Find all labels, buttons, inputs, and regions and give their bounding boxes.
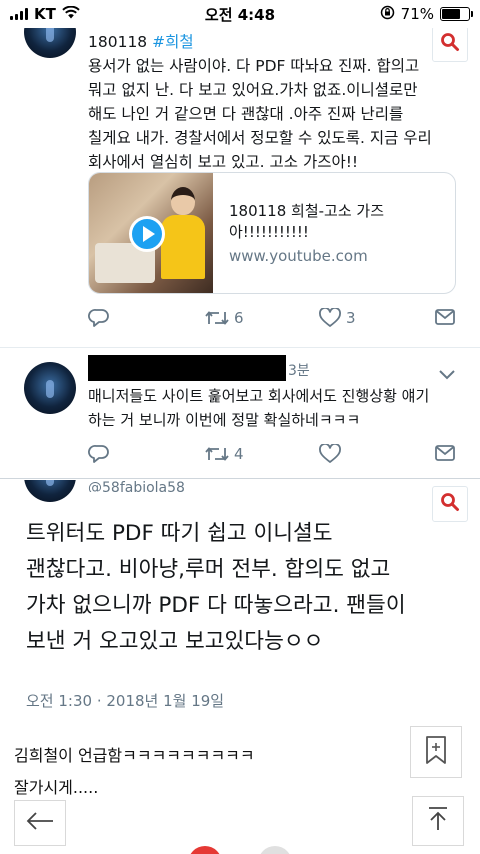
bookmark-add-button[interactable]: [410, 726, 462, 778]
bookmark-add-icon: [424, 735, 448, 769]
card-domain: www.youtube.com: [229, 247, 368, 265]
status-time: 오전 4:48: [204, 5, 276, 24]
signal-icon: [10, 8, 28, 20]
battery-icon: [440, 7, 473, 21]
quote-timestamp: 오전 1:30 · 2018년 1월 19일: [26, 692, 225, 710]
card-title: 180118 희철-고소 가즈아!!!!!!!!!!!: [229, 202, 385, 241]
like-count: 3: [346, 309, 356, 327]
reply-button[interactable]: [88, 308, 110, 328]
tweet-body: 용서가 없는 사람이야. 다 PDF 따놔요 진짜. 합의고 뭐고 없지 난. …: [88, 57, 432, 171]
reply-button[interactable]: [88, 444, 110, 464]
hashtag-link[interactable]: #희철: [152, 33, 194, 51]
scroll-top-button[interactable]: [412, 796, 464, 846]
tweet-time: 3분: [288, 363, 310, 379]
play-icon[interactable]: [129, 216, 165, 252]
message-button[interactable]: [434, 308, 456, 326]
like-button[interactable]: 3: [318, 308, 356, 328]
message-button[interactable]: [434, 444, 456, 462]
peek-button-gray[interactable]: [258, 846, 292, 854]
retweet-button[interactable]: 4: [204, 444, 244, 464]
youtube-link-card[interactable]: 180118 희철-고소 가즈아!!!!!!!!!!! www.youtube.…: [88, 172, 456, 294]
back-button[interactable]: [14, 800, 66, 846]
wifi-icon: [62, 5, 80, 23]
status-left: KT: [10, 5, 170, 23]
retweet-count: 4: [234, 445, 244, 463]
redacted-username: [88, 355, 286, 381]
back-arrow-icon: [25, 811, 55, 835]
divider: [0, 347, 480, 348]
quote-body: 트위터도 PDF 따기 쉽고 이니셜도 괜찮다고. 비아냥,루머 전부. 합의도…: [26, 521, 406, 654]
post-text: 김희철이 언급함ㅋㅋㅋㅋㅋㅋㅋㅋㅋ 잘가시게.....: [14, 746, 255, 797]
carrier-label: KT: [34, 5, 56, 23]
search-icon: [440, 492, 460, 516]
peek-button-red[interactable]: [188, 846, 222, 854]
message-icon: [434, 444, 456, 462]
tweet-text: 180118 #희철 용서가 없는 사람이야. 다 PDF 따놔요 진짜. 합의…: [88, 30, 444, 174]
like-icon: [318, 444, 342, 464]
like-button[interactable]: [318, 444, 342, 464]
quote-handle: @58fabiola58: [88, 480, 185, 492]
retweet-icon: [204, 308, 230, 328]
scroll-top-icon: [426, 806, 450, 836]
reply-icon: [88, 308, 110, 328]
thumbnail-person: [161, 187, 205, 279]
tweet-date: 180118: [88, 33, 148, 51]
avatar[interactable]: [24, 480, 76, 502]
divider: [0, 478, 480, 479]
lock-rotation-icon: [380, 5, 395, 24]
reply-icon: [88, 444, 110, 464]
tweet-body: 매니저들도 사이트 훑어보고 회사에서도 진행상황 얘기하는 거 보니까 이번에…: [88, 387, 430, 429]
like-icon: [318, 308, 342, 328]
retweet-count: 6: [234, 309, 244, 327]
message-icon: [434, 308, 456, 326]
battery-level: [442, 9, 461, 19]
retweet-button[interactable]: 6: [204, 308, 244, 328]
video-thumbnail: [89, 173, 213, 293]
avatar[interactable]: [24, 362, 76, 414]
retweet-icon: [204, 444, 230, 464]
status-bar: KT 오전 4:48 71%: [0, 0, 480, 28]
battery-percent: 71%: [400, 5, 434, 23]
chevron-down-icon[interactable]: [438, 366, 456, 385]
status-right: 71%: [310, 5, 473, 24]
